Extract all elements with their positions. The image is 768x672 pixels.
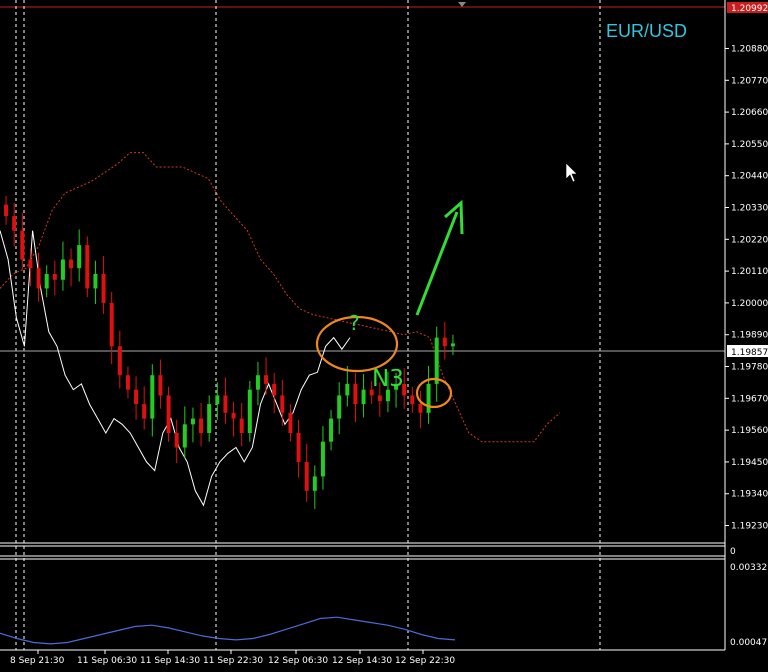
candle-body xyxy=(255,375,260,390)
candle-body xyxy=(280,395,285,413)
candle-body xyxy=(134,389,139,405)
price-axis-label: 1.19670 xyxy=(731,394,768,404)
price-axis-label: 1.19340 xyxy=(731,490,768,500)
top-price-label: 1.20992 xyxy=(731,4,768,14)
current-price-label: 1.19857 xyxy=(731,348,768,358)
candle-body xyxy=(450,343,455,347)
candle-body xyxy=(361,389,366,405)
candle-body xyxy=(207,404,212,434)
candle-body xyxy=(410,395,415,405)
price-axis-label: 1.20550 xyxy=(731,140,768,150)
candle-body xyxy=(442,337,447,347)
candle-body xyxy=(166,395,171,434)
candle-body xyxy=(320,441,325,477)
candle-body xyxy=(288,412,293,434)
candle-body xyxy=(77,245,82,269)
candle-body xyxy=(312,476,317,491)
price-axis-label: 1.20000 xyxy=(731,299,768,309)
time-axis-label: 11 Sep 14:30 xyxy=(140,656,200,666)
time-axis-label: 11 Sep 22:30 xyxy=(203,656,263,666)
price-axis-label: 1.20330 xyxy=(731,204,768,214)
candle-body xyxy=(353,383,358,405)
indicator-zero-label: 0 xyxy=(730,547,736,557)
candle-body xyxy=(20,230,25,260)
indicator-axis-label-bottom: 0.00047 xyxy=(730,638,767,648)
question-annotation: ? xyxy=(349,311,360,335)
price-axis-label: 1.20770 xyxy=(731,76,768,86)
candle-body xyxy=(329,418,334,442)
candle-body xyxy=(199,418,204,434)
time-axis-label: 12 Sep 14:30 xyxy=(332,656,392,666)
time-axis-label: 8 Sep 21:30 xyxy=(10,656,65,666)
candle-body xyxy=(418,404,423,413)
candle-body xyxy=(117,346,122,376)
candle-body xyxy=(158,375,163,396)
candle-body xyxy=(182,424,187,448)
candle-body xyxy=(52,274,57,280)
price-axis-label: 1.20110 xyxy=(731,267,768,277)
candle-body xyxy=(109,302,114,347)
price-axis-label: 1.19890 xyxy=(731,331,768,341)
candle-body xyxy=(426,383,431,413)
candle-body xyxy=(36,268,41,289)
candle-body xyxy=(337,395,342,419)
candle-body xyxy=(4,204,9,217)
candle-body xyxy=(60,259,65,280)
price-axis-label: 1.20660 xyxy=(731,108,768,118)
candle-body xyxy=(239,418,244,434)
price-axis-label: 1.20440 xyxy=(731,172,768,182)
candle-body xyxy=(231,412,236,419)
candle-body xyxy=(264,375,269,384)
price-axis-label: 1.19230 xyxy=(731,522,768,532)
candle-body xyxy=(174,433,179,448)
price-axis-label: 1.19560 xyxy=(731,426,768,436)
price-axis-label: 1.20880 xyxy=(731,44,768,54)
candle-body xyxy=(125,375,130,390)
candle-body xyxy=(223,395,228,413)
candle-body xyxy=(304,461,309,491)
candle-body xyxy=(434,337,439,384)
candle-body xyxy=(150,375,155,419)
candle-body xyxy=(12,216,17,231)
candle-body xyxy=(142,404,147,419)
candle-body xyxy=(28,259,33,269)
candle-body xyxy=(272,383,277,396)
candle-body xyxy=(101,274,106,303)
trading-chart[interactable]: 1.20880 1.20770 1.20660 1.20550 1.20440 1.203… xyxy=(0,0,768,672)
candle-body xyxy=(215,395,220,405)
symbol-label: EUR/USD xyxy=(606,21,687,41)
candle-body xyxy=(190,418,195,425)
indicator-axis-label-top: 0.00332 xyxy=(730,563,767,573)
candle-body xyxy=(85,245,90,289)
candle-body xyxy=(93,274,98,289)
price-axis-label: 1.20220 xyxy=(731,235,768,245)
price-axis-label: 1.19450 xyxy=(731,458,768,468)
candle-body xyxy=(296,433,301,462)
time-axis-label: 12 Sep 22:30 xyxy=(395,656,455,666)
candle-body xyxy=(377,395,382,402)
candle-body xyxy=(69,259,74,269)
n3-annotation: N3 xyxy=(372,366,404,392)
time-axis-label: 12 Sep 06:30 xyxy=(268,656,328,666)
time-axis-label: 11 Sep 06:30 xyxy=(77,656,137,666)
candle-body xyxy=(44,274,49,289)
price-axis-label: 1.19780 xyxy=(731,363,768,373)
chart-background xyxy=(0,0,768,672)
candle-body xyxy=(345,383,350,396)
candle-body xyxy=(247,389,252,434)
